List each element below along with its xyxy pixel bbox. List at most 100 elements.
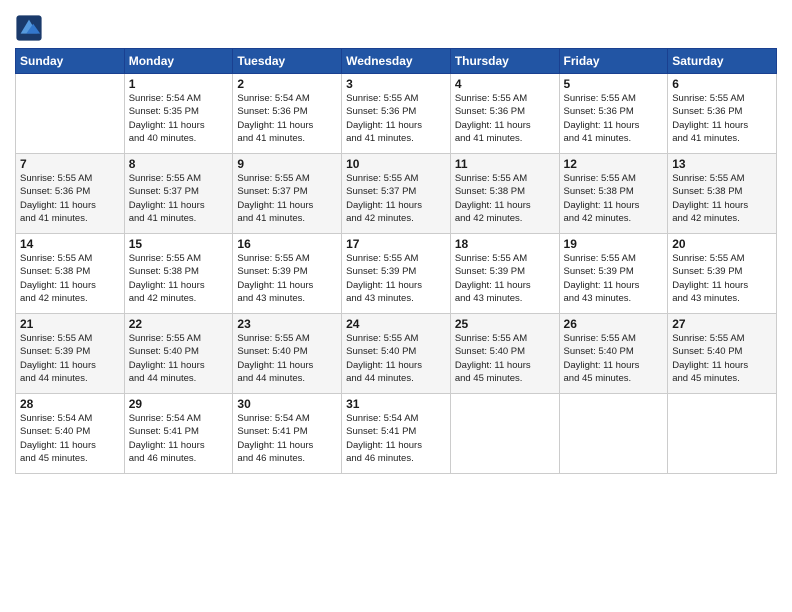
- day-cell: 24Sunrise: 5:55 AM Sunset: 5:40 PM Dayli…: [342, 314, 451, 394]
- day-number: 23: [237, 317, 337, 331]
- day-cell: 13Sunrise: 5:55 AM Sunset: 5:38 PM Dayli…: [668, 154, 777, 234]
- day-info: Sunrise: 5:54 AM Sunset: 5:41 PM Dayligh…: [346, 412, 446, 465]
- day-cell: 7Sunrise: 5:55 AM Sunset: 5:36 PM Daylig…: [16, 154, 125, 234]
- day-info: Sunrise: 5:55 AM Sunset: 5:39 PM Dayligh…: [20, 332, 120, 385]
- day-info: Sunrise: 5:55 AM Sunset: 5:39 PM Dayligh…: [455, 252, 555, 305]
- calendar-container: SundayMondayTuesdayWednesdayThursdayFrid…: [0, 0, 792, 612]
- day-cell: 8Sunrise: 5:55 AM Sunset: 5:37 PM Daylig…: [124, 154, 233, 234]
- day-number: 27: [672, 317, 772, 331]
- day-number: 4: [455, 77, 555, 91]
- day-number: 22: [129, 317, 229, 331]
- logo-icon: [15, 14, 43, 42]
- day-number: 25: [455, 317, 555, 331]
- weekday-friday: Friday: [559, 49, 668, 74]
- day-cell: 19Sunrise: 5:55 AM Sunset: 5:39 PM Dayli…: [559, 234, 668, 314]
- day-info: Sunrise: 5:54 AM Sunset: 5:41 PM Dayligh…: [237, 412, 337, 465]
- day-cell: 23Sunrise: 5:55 AM Sunset: 5:40 PM Dayli…: [233, 314, 342, 394]
- day-cell: 22Sunrise: 5:55 AM Sunset: 5:40 PM Dayli…: [124, 314, 233, 394]
- day-number: 11: [455, 157, 555, 171]
- day-info: Sunrise: 5:54 AM Sunset: 5:40 PM Dayligh…: [20, 412, 120, 465]
- day-info: Sunrise: 5:55 AM Sunset: 5:38 PM Dayligh…: [20, 252, 120, 305]
- day-number: 16: [237, 237, 337, 251]
- day-info: Sunrise: 5:55 AM Sunset: 5:38 PM Dayligh…: [672, 172, 772, 225]
- day-number: 26: [564, 317, 664, 331]
- day-number: 19: [564, 237, 664, 251]
- week-row-3: 14Sunrise: 5:55 AM Sunset: 5:38 PM Dayli…: [16, 234, 777, 314]
- day-cell: 16Sunrise: 5:55 AM Sunset: 5:39 PM Dayli…: [233, 234, 342, 314]
- day-number: 14: [20, 237, 120, 251]
- day-info: Sunrise: 5:54 AM Sunset: 5:36 PM Dayligh…: [237, 92, 337, 145]
- day-cell: 12Sunrise: 5:55 AM Sunset: 5:38 PM Dayli…: [559, 154, 668, 234]
- day-number: 12: [564, 157, 664, 171]
- day-info: Sunrise: 5:55 AM Sunset: 5:36 PM Dayligh…: [346, 92, 446, 145]
- day-number: 20: [672, 237, 772, 251]
- day-number: 10: [346, 157, 446, 171]
- week-row-5: 28Sunrise: 5:54 AM Sunset: 5:40 PM Dayli…: [16, 394, 777, 474]
- day-info: Sunrise: 5:55 AM Sunset: 5:37 PM Dayligh…: [346, 172, 446, 225]
- day-number: 28: [20, 397, 120, 411]
- day-cell: 9Sunrise: 5:55 AM Sunset: 5:37 PM Daylig…: [233, 154, 342, 234]
- weekday-monday: Monday: [124, 49, 233, 74]
- day-number: 15: [129, 237, 229, 251]
- day-cell: 30Sunrise: 5:54 AM Sunset: 5:41 PM Dayli…: [233, 394, 342, 474]
- day-info: Sunrise: 5:54 AM Sunset: 5:35 PM Dayligh…: [129, 92, 229, 145]
- day-cell: [559, 394, 668, 474]
- day-cell: 26Sunrise: 5:55 AM Sunset: 5:40 PM Dayli…: [559, 314, 668, 394]
- weekday-saturday: Saturday: [668, 49, 777, 74]
- day-number: 17: [346, 237, 446, 251]
- day-number: 7: [20, 157, 120, 171]
- day-info: Sunrise: 5:55 AM Sunset: 5:36 PM Dayligh…: [564, 92, 664, 145]
- weekday-wednesday: Wednesday: [342, 49, 451, 74]
- day-cell: 18Sunrise: 5:55 AM Sunset: 5:39 PM Dayli…: [450, 234, 559, 314]
- header: [15, 10, 777, 42]
- week-row-4: 21Sunrise: 5:55 AM Sunset: 5:39 PM Dayli…: [16, 314, 777, 394]
- weekday-tuesday: Tuesday: [233, 49, 342, 74]
- day-info: Sunrise: 5:55 AM Sunset: 5:38 PM Dayligh…: [129, 252, 229, 305]
- day-number: 3: [346, 77, 446, 91]
- day-number: 29: [129, 397, 229, 411]
- day-cell: 20Sunrise: 5:55 AM Sunset: 5:39 PM Dayli…: [668, 234, 777, 314]
- day-info: Sunrise: 5:55 AM Sunset: 5:40 PM Dayligh…: [564, 332, 664, 385]
- day-info: Sunrise: 5:55 AM Sunset: 5:38 PM Dayligh…: [455, 172, 555, 225]
- day-info: Sunrise: 5:55 AM Sunset: 5:40 PM Dayligh…: [672, 332, 772, 385]
- day-info: Sunrise: 5:55 AM Sunset: 5:39 PM Dayligh…: [672, 252, 772, 305]
- day-cell: 31Sunrise: 5:54 AM Sunset: 5:41 PM Dayli…: [342, 394, 451, 474]
- day-info: Sunrise: 5:55 AM Sunset: 5:40 PM Dayligh…: [455, 332, 555, 385]
- day-number: 9: [237, 157, 337, 171]
- day-cell: 27Sunrise: 5:55 AM Sunset: 5:40 PM Dayli…: [668, 314, 777, 394]
- day-info: Sunrise: 5:55 AM Sunset: 5:39 PM Dayligh…: [237, 252, 337, 305]
- day-info: Sunrise: 5:55 AM Sunset: 5:36 PM Dayligh…: [672, 92, 772, 145]
- day-cell: 5Sunrise: 5:55 AM Sunset: 5:36 PM Daylig…: [559, 74, 668, 154]
- day-info: Sunrise: 5:55 AM Sunset: 5:39 PM Dayligh…: [564, 252, 664, 305]
- day-cell: 4Sunrise: 5:55 AM Sunset: 5:36 PM Daylig…: [450, 74, 559, 154]
- day-cell: 25Sunrise: 5:55 AM Sunset: 5:40 PM Dayli…: [450, 314, 559, 394]
- day-info: Sunrise: 5:55 AM Sunset: 5:39 PM Dayligh…: [346, 252, 446, 305]
- day-cell: 3Sunrise: 5:55 AM Sunset: 5:36 PM Daylig…: [342, 74, 451, 154]
- day-number: 21: [20, 317, 120, 331]
- day-cell: 17Sunrise: 5:55 AM Sunset: 5:39 PM Dayli…: [342, 234, 451, 314]
- logo: [15, 14, 45, 42]
- day-number: 24: [346, 317, 446, 331]
- day-info: Sunrise: 5:55 AM Sunset: 5:40 PM Dayligh…: [129, 332, 229, 385]
- day-number: 31: [346, 397, 446, 411]
- day-cell: [16, 74, 125, 154]
- day-cell: 6Sunrise: 5:55 AM Sunset: 5:36 PM Daylig…: [668, 74, 777, 154]
- day-cell: 2Sunrise: 5:54 AM Sunset: 5:36 PM Daylig…: [233, 74, 342, 154]
- day-info: Sunrise: 5:55 AM Sunset: 5:38 PM Dayligh…: [564, 172, 664, 225]
- day-cell: 1Sunrise: 5:54 AM Sunset: 5:35 PM Daylig…: [124, 74, 233, 154]
- weekday-header-row: SundayMondayTuesdayWednesdayThursdayFrid…: [16, 49, 777, 74]
- day-number: 30: [237, 397, 337, 411]
- calendar-table: SundayMondayTuesdayWednesdayThursdayFrid…: [15, 48, 777, 474]
- day-cell: 28Sunrise: 5:54 AM Sunset: 5:40 PM Dayli…: [16, 394, 125, 474]
- day-info: Sunrise: 5:55 AM Sunset: 5:40 PM Dayligh…: [346, 332, 446, 385]
- day-number: 2: [237, 77, 337, 91]
- calendar-body: 1Sunrise: 5:54 AM Sunset: 5:35 PM Daylig…: [16, 74, 777, 474]
- day-number: 18: [455, 237, 555, 251]
- day-number: 8: [129, 157, 229, 171]
- day-cell: [450, 394, 559, 474]
- day-info: Sunrise: 5:55 AM Sunset: 5:37 PM Dayligh…: [129, 172, 229, 225]
- day-number: 5: [564, 77, 664, 91]
- day-info: Sunrise: 5:55 AM Sunset: 5:37 PM Dayligh…: [237, 172, 337, 225]
- weekday-thursday: Thursday: [450, 49, 559, 74]
- weekday-sunday: Sunday: [16, 49, 125, 74]
